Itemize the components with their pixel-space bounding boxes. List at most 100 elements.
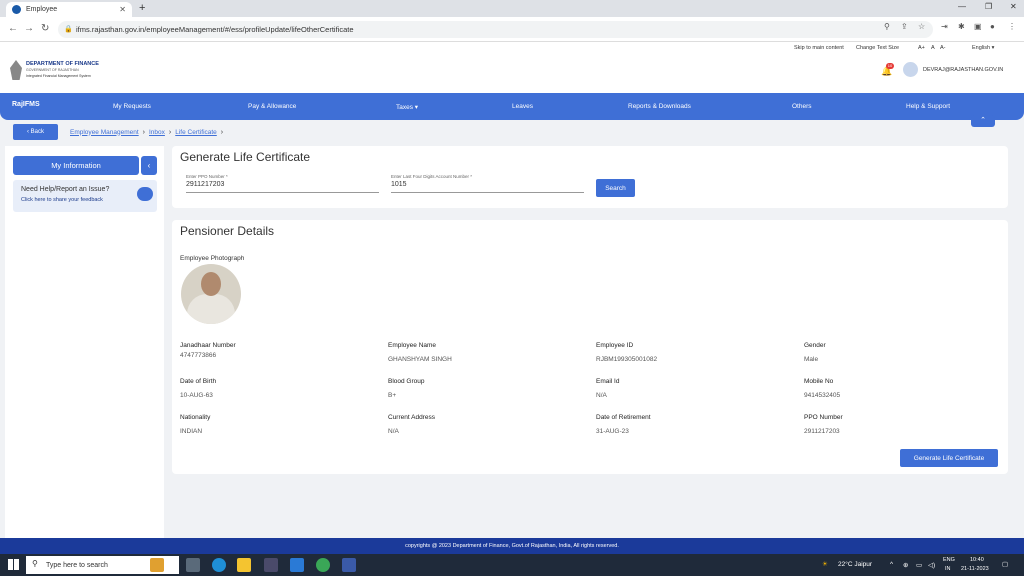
share-icon[interactable]: ⇪ [901, 22, 908, 31]
new-tab-icon[interactable]: + [139, 2, 145, 14]
text-size-increase[interactable]: A+ [918, 45, 925, 51]
cast-icon[interactable]: ⇥ [941, 22, 948, 31]
field-label: Date of Retirement [596, 414, 651, 421]
employee-photo [181, 264, 241, 324]
url-text: ifms.rajasthan.gov.in/employeeManagement… [76, 25, 354, 34]
lang-bottom[interactable]: IN [945, 566, 951, 572]
notification-center-icon[interactable]: ▢ [1002, 560, 1008, 568]
generate-life-certificate-button[interactable]: Generate Life Certificate [900, 449, 998, 467]
edge-icon[interactable] [212, 558, 226, 572]
clock-time[interactable]: 10:40 [970, 557, 984, 563]
crumb-employee-management[interactable]: Employee Management [70, 129, 139, 136]
chevron-right-icon: › [168, 128, 172, 136]
sidepanel-icon[interactable]: ▣ [974, 22, 982, 31]
app-icon[interactable] [342, 558, 356, 572]
field-label: Current Address [388, 414, 435, 421]
maximize-icon[interactable]: ❐ [985, 2, 992, 11]
field-label: Blood Group [388, 378, 425, 385]
display-icon[interactable]: ▭ [916, 561, 922, 569]
forward-arrow-icon[interactable]: → [24, 23, 34, 34]
menu-pay-allowance[interactable]: Pay & Allowance [248, 103, 296, 110]
crumb-inbox[interactable]: Inbox [149, 129, 165, 136]
chevron-right-icon: › [142, 128, 145, 136]
lang-top[interactable]: ENG [943, 557, 955, 563]
avatar[interactable] [903, 62, 918, 77]
close-tab-icon[interactable]: ✕ [119, 5, 126, 14]
ppo-input[interactable]: 2911217203 [186, 181, 224, 188]
windows-taskbar: ⚲ Type here to search ☀ 22°C Jaipur ^ ⊕ … [0, 554, 1024, 576]
chrome-icon[interactable] [316, 558, 330, 572]
chevron-up-icon[interactable]: ⌃ [971, 115, 995, 127]
menu-leaves[interactable]: Leaves [512, 103, 533, 110]
dept-subtitle: GOVERNMENT OF RAJASTHAN [26, 68, 79, 72]
field-value: INDIAN [180, 428, 203, 435]
help-card[interactable]: Need Help/Report an Issue? Click here to… [13, 180, 157, 212]
chevron-right-icon: › [220, 128, 224, 136]
my-information-button[interactable]: My Information [13, 156, 139, 175]
close-window-icon[interactable]: ✕ [1010, 2, 1017, 11]
account-input[interactable]: 1015 [391, 181, 407, 188]
field-label: Gender [804, 342, 826, 349]
chevron-left-icon[interactable]: ‹ [141, 156, 157, 175]
field-value: B+ [388, 392, 397, 399]
menu-others[interactable]: Others [792, 103, 812, 110]
url-bar[interactable]: 🔒 ifms.rajasthan.gov.in/employeeManageme… [58, 21, 933, 38]
ppo-underline [186, 192, 379, 193]
user-email[interactable]: DEVRAJ@RAJASTHAN.GOV.IN [923, 67, 1003, 73]
menu-kebab-icon[interactable]: ⋮ [1008, 22, 1016, 31]
language-select[interactable]: English ▾ [972, 45, 994, 51]
extensions-icon[interactable]: ✱ [958, 22, 965, 31]
field-value: 2911217203 [804, 428, 840, 435]
back-button[interactable]: ‹ Back [13, 124, 58, 140]
weather-text[interactable]: 22°C Jaipur [838, 561, 872, 568]
breadcrumb: ‹ Back Employee Management › Inbox › Lif… [13, 124, 227, 140]
task-view-icon[interactable] [186, 558, 200, 572]
feedback-link[interactable]: Click here to share your feedback [21, 197, 103, 203]
field-value: 31-AUG-23 [596, 428, 629, 435]
browser-tab[interactable]: Employee ✕ [6, 2, 132, 17]
text-size-decrease[interactable]: A- [940, 45, 946, 51]
field-value: 10-AUG-63 [180, 392, 213, 399]
search-button[interactable]: Search [596, 179, 635, 197]
volume-icon[interactable]: ◁) [928, 561, 935, 569]
briefcase-icon[interactable] [150, 558, 164, 572]
tray-chevron-icon[interactable]: ^ [890, 561, 893, 568]
field-value: Male [804, 356, 819, 363]
mail-icon[interactable] [290, 558, 304, 572]
browser-tab-strip: Employee ✕ + — ❐ ✕ [0, 0, 1024, 17]
windows-start-icon[interactable] [8, 559, 19, 570]
menu-reports[interactable]: Reports & Downloads [628, 103, 691, 110]
file-explorer-icon[interactable] [237, 558, 251, 572]
clock-date[interactable]: 21-11-2023 [961, 566, 989, 572]
favicon-icon [12, 5, 21, 14]
notification-badge: 10 [886, 63, 894, 69]
search-icon: ⚲ [32, 559, 38, 568]
menu-help-support[interactable]: Help & Support [906, 103, 950, 110]
address-bar-row: ← → ↻ 🔒 ifms.rajasthan.gov.in/employeeMa… [0, 17, 1024, 42]
network-icon[interactable]: ⊕ [903, 561, 908, 569]
minimize-icon[interactable]: — [958, 2, 966, 11]
menu-my-requests[interactable]: My Requests [113, 103, 151, 110]
zoom-icon[interactable]: ⚲ [884, 22, 890, 31]
text-size-normal[interactable]: A [931, 45, 935, 51]
main-menu: RajIFMS My Requests Pay & Allowance Taxe… [0, 93, 1024, 120]
field-label: Mobile No [804, 378, 834, 385]
profile-icon[interactable]: ● [990, 22, 995, 31]
skip-link[interactable]: Skip to main content [794, 45, 844, 51]
change-text-size[interactable]: Change Text Size [856, 45, 899, 51]
menu-taxes[interactable]: Taxes ▾ [396, 103, 418, 111]
bookmark-star-icon[interactable]: ☆ [918, 22, 925, 31]
store-icon[interactable] [264, 558, 278, 572]
ppo-label: Enter PPO Number * [186, 174, 228, 179]
rajifms-logo[interactable]: RajIFMS [12, 101, 40, 108]
field-value: GHANSHYAM SINGH [388, 356, 452, 363]
tab-title: Employee [26, 6, 58, 13]
account-label: Enter Last Four Digits Account Number * [391, 174, 473, 179]
back-arrow-icon[interactable]: ← [8, 23, 18, 34]
reload-icon[interactable]: ↻ [41, 23, 49, 34]
field-value: 4747773866 [180, 352, 217, 359]
field-label: Employee ID [596, 342, 634, 349]
chat-icon [137, 187, 153, 201]
crumb-life-certificate[interactable]: Life Certificate [175, 129, 217, 136]
dept-title: DEPARTMENT OF FINANCE [26, 61, 99, 67]
